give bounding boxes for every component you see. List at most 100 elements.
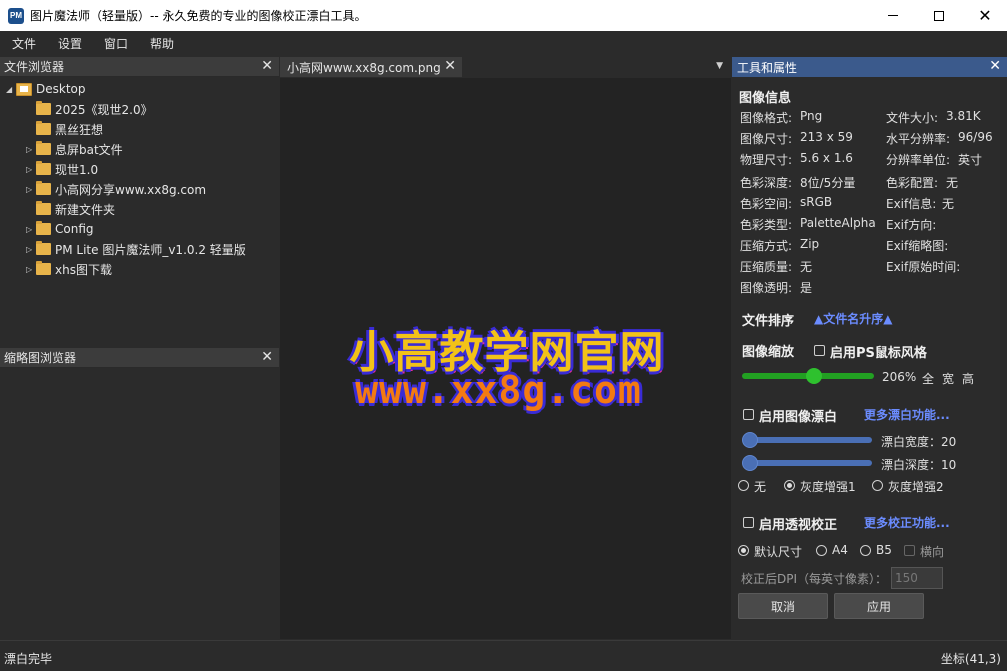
menu-help[interactable]: 帮助 — [138, 35, 184, 52]
sort-order-link[interactable]: ▲文件名升序▲ — [814, 310, 892, 327]
expand-arrow-icon[interactable]: ▷ — [26, 185, 36, 194]
info-value: 8位/5分量 — [800, 176, 856, 190]
zoom-width-button[interactable]: 宽 — [942, 370, 954, 387]
info-label: 物理尺寸: — [740, 153, 793, 167]
folder-icon — [36, 141, 51, 155]
maximize-icon — [934, 10, 944, 21]
radio-b5[interactable] — [860, 545, 871, 556]
folder-icon — [36, 201, 51, 215]
expand-arrow-icon[interactable]: ▷ — [26, 265, 36, 274]
info-value: 96/96 — [958, 130, 993, 144]
ps-mouse-style-label: 启用PS鼠标风格 — [830, 346, 927, 361]
properties-title: 工具和属性 — [737, 60, 798, 75]
default-size-label: 默认尺寸 — [754, 545, 803, 559]
tab-close-icon[interactable]: ✕ — [444, 58, 456, 74]
info-label: 图像透明: — [740, 281, 793, 295]
file-browser-close-icon[interactable]: ✕ — [261, 58, 273, 74]
apply-button[interactable]: 应用 — [834, 593, 924, 619]
app-icon: PM — [8, 7, 24, 24]
folder-icon — [36, 261, 51, 275]
menu-settings[interactable]: 设置 — [46, 35, 92, 52]
document-tab-bar: 小高网www.xx8g.com.png ✕ ▼ — [280, 57, 731, 77]
minimize-button[interactable] — [870, 0, 916, 31]
radio-gray-enhance-2[interactable] — [872, 480, 883, 491]
info-value: 3.81K — [946, 109, 981, 123]
info-label: 色彩配置: — [886, 176, 939, 190]
thumbnail-browser-close-icon[interactable]: ✕ — [261, 349, 273, 365]
whiten-width-handle[interactable] — [742, 432, 758, 448]
whiten-width-slider[interactable] — [744, 437, 872, 443]
expand-arrow-icon[interactable]: ▷ — [26, 165, 36, 174]
tree-item-label: 2025《现世2.0》 — [55, 102, 153, 117]
more-whiten-link[interactable]: 更多漂白功能... — [864, 406, 950, 423]
tree-item[interactable]: ▷ xhs图下载 — [26, 259, 112, 279]
expand-arrow-icon[interactable]: ▷ — [26, 145, 36, 154]
tree-item[interactable]: ▷ 小高网分享www.xx8g.com — [26, 179, 206, 199]
info-value: 无 — [800, 260, 813, 274]
dpi-input-value: 150 — [895, 571, 918, 585]
dpi-input[interactable]: 150 — [891, 567, 943, 589]
ps-mouse-style-checkbox[interactable] — [814, 345, 825, 356]
folder-icon — [36, 101, 51, 115]
cancel-button[interactable]: 取消 — [738, 593, 828, 619]
tree-item-label: 小高网分享www.xx8g.com — [55, 182, 207, 197]
tree-item[interactable]: ▷ PM Lite 图片魔法师_v1.0.2 轻量版 — [26, 239, 246, 259]
whiten-depth-label: 漂白深度：10 — [881, 458, 957, 472]
tree-item[interactable]: ▷ 息屏bat文件 — [26, 139, 123, 159]
tree-item[interactable]: 黑丝狂想 — [26, 119, 103, 139]
info-label: Exif信息: — [886, 197, 937, 211]
info-label: Exif原始时间: — [886, 260, 961, 274]
info-label: 分辨率单位: — [886, 153, 951, 167]
close-window-button[interactable]: ✕ — [962, 0, 1007, 31]
properties-close-icon[interactable]: ✕ — [989, 58, 1001, 74]
document-tab-label: 小高网www.xx8g.com.png — [287, 60, 441, 75]
more-correction-link[interactable]: 更多校正功能... — [864, 514, 950, 531]
expand-arrow-icon[interactable]: ▷ — [26, 225, 36, 234]
document-tab[interactable]: 小高网www.xx8g.com.png ✕ — [280, 57, 462, 77]
info-label: 图像格式: — [740, 111, 793, 125]
radio-none[interactable] — [738, 480, 749, 491]
info-value: PaletteAlpha — [800, 216, 876, 230]
title-bar: PM 图片魔法师（轻量版）-- 永久免费的专业的图像校正漂白工具。 ✕ — [0, 0, 1007, 31]
landscape-checkbox[interactable] — [904, 545, 915, 556]
folder-icon — [36, 121, 51, 135]
info-label: 色彩类型: — [740, 218, 793, 232]
whiten-depth-slider[interactable] — [744, 460, 872, 466]
info-value: 213 x 59 — [800, 130, 853, 144]
folder-icon — [36, 221, 51, 235]
tree-item[interactable]: 2025《现世2.0》 — [26, 99, 153, 119]
whiten-checkbox[interactable] — [743, 409, 754, 420]
tree-item[interactable]: 新建文件夹 — [26, 199, 115, 219]
image-canvas[interactable]: 小高教学网官网 www.xx8g.com — [280, 78, 731, 639]
menu-window[interactable]: 窗口 — [92, 35, 138, 52]
close-icon: ✕ — [978, 5, 992, 25]
status-text: 漂白完毕 — [4, 652, 53, 666]
expand-arrow-icon[interactable]: ◢ — [6, 85, 16, 94]
zoom-slider-handle[interactable] — [805, 368, 822, 384]
menu-file[interactable]: 文件 — [0, 35, 46, 52]
expand-arrow-icon[interactable]: ▷ — [26, 245, 36, 254]
thumbnail-browser-header: 缩略图浏览器 ✕ — [0, 348, 279, 368]
whiten-depth-handle[interactable] — [742, 455, 758, 471]
radio-gray-enhance-1[interactable] — [784, 480, 795, 491]
tree-item-label: 新建文件夹 — [55, 202, 116, 217]
tab-dropdown-icon[interactable]: ▼ — [716, 61, 723, 71]
tree-root-desktop[interactable]: ◢ Desktop — [6, 79, 86, 99]
info-value: Png — [800, 109, 823, 123]
tree-item[interactable]: ▷ Config — [26, 219, 94, 239]
info-label: Exif缩略图: — [886, 239, 949, 253]
radio-a4[interactable] — [816, 545, 827, 556]
perspective-checkbox[interactable] — [743, 517, 754, 528]
zoom-height-button[interactable]: 高 — [962, 370, 974, 387]
folder-icon — [36, 241, 51, 255]
landscape-label: 横向 — [920, 545, 945, 559]
zoom-full-button[interactable]: 全 — [922, 370, 934, 387]
maximize-button[interactable] — [916, 0, 962, 31]
minimize-icon — [888, 15, 898, 16]
info-value: 无 — [946, 176, 959, 190]
info-value: 无 — [942, 197, 955, 211]
tree-item-label: Config — [55, 222, 94, 236]
radio-default-size[interactable] — [738, 545, 749, 556]
tree-item[interactable]: ▷ 现世1.0 — [26, 159, 98, 179]
window-title: 图片魔法师（轻量版）-- 永久免费的专业的图像校正漂白工具。 — [30, 9, 367, 23]
